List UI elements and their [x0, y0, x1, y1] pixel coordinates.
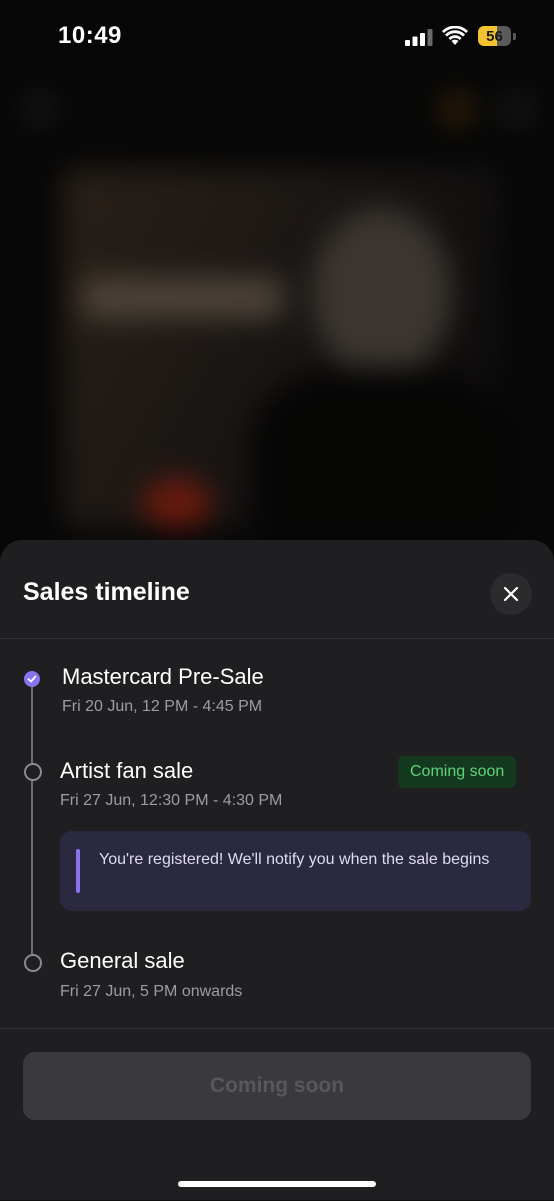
- sheet-title: Sales timeline: [23, 578, 190, 606]
- event-date: Fri 27 Jun, 5 PM onwards: [60, 983, 243, 1000]
- timeline-line: [31, 683, 33, 970]
- status-badge: Coming soon: [398, 756, 517, 788]
- background-page: [0, 0, 554, 560]
- notice-accent-bar: [76, 849, 80, 893]
- status-time: 10:49: [58, 22, 122, 49]
- timeline-node: [24, 763, 42, 781]
- battery-level: 56: [486, 27, 503, 45]
- event-title: General sale: [60, 948, 185, 973]
- timeline-node: [24, 954, 42, 972]
- cellular-signal-icon: [405, 29, 433, 46]
- event-date: Fri 27 Jun, 12:30 PM - 4:30 PM: [60, 792, 283, 809]
- close-icon: [503, 586, 519, 602]
- event-title: Mastercard Pre-Sale: [62, 664, 264, 689]
- check-icon: [27, 675, 37, 683]
- sheet-header: Sales timeline: [0, 540, 554, 639]
- sheet-footer: Coming soon: [0, 1028, 554, 1201]
- registration-notice: You're registered! We'll notify you when…: [60, 831, 531, 911]
- coming-soon-button[interactable]: Coming soon: [23, 1052, 531, 1120]
- event-title: Artist fan sale: [60, 758, 194, 783]
- close-button[interactable]: [490, 573, 532, 615]
- home-indicator[interactable]: [178, 1181, 376, 1187]
- status-bar: 10:49 56: [0, 0, 554, 72]
- notice-text: You're registered! We'll notify you when…: [99, 851, 490, 868]
- battery-icon: 56: [478, 26, 520, 48]
- wifi-icon: [442, 26, 468, 45]
- event-date: Fri 20 Jun, 12 PM - 4:45 PM: [62, 698, 263, 715]
- sales-timeline-sheet: Sales timeline Mastercard Pre-Sale Fri 2…: [0, 540, 554, 1200]
- timeline-node-completed: [24, 671, 40, 687]
